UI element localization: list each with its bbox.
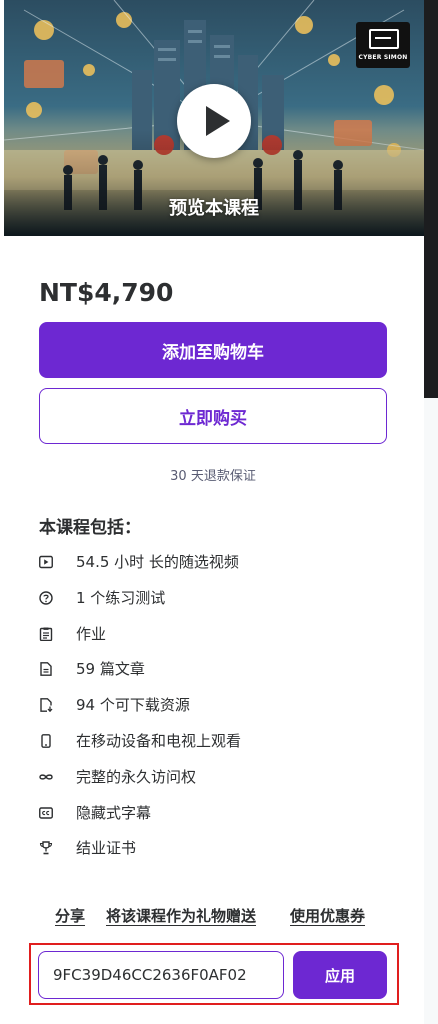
- list-item-label: 59 篇文章: [76, 660, 145, 679]
- list-item: 完整的永久访问权: [39, 759, 399, 795]
- coupon-input[interactable]: [38, 951, 284, 999]
- list-item-label: 54.5 小时 长的随选视频: [76, 553, 239, 571]
- list-item: 94 个可下载资源: [39, 687, 399, 723]
- list-item-label: 结业证书: [76, 839, 137, 858]
- share-link[interactable]: 分享: [55, 905, 85, 926]
- includes-list: 54.5 小时 长的随选视频 1 个练习测试 作业 59 篇文章 94 个可下载…: [39, 544, 399, 866]
- list-item-label: 完整的永久访问权: [76, 767, 197, 786]
- gift-course-link[interactable]: 将该课程作为礼物赠送: [106, 905, 256, 926]
- list-item: 结业证书: [39, 830, 399, 866]
- apply-coupon-link[interactable]: 使用优惠券: [290, 905, 365, 926]
- list-item: 59 篇文章: [39, 651, 399, 687]
- includes-title: 本课程包括：: [39, 518, 141, 538]
- course-preview[interactable]: CYBER SIMON 预览本课程: [4, 0, 424, 236]
- logo-mark-icon: [369, 29, 399, 49]
- question-icon: [39, 591, 53, 605]
- apply-coupon-button[interactable]: 应用: [293, 951, 387, 999]
- list-item-label: 1 个练习测试: [76, 588, 166, 607]
- article-icon: [40, 662, 52, 677]
- list-item-label: 94 个可下载资源: [76, 696, 190, 715]
- list-item-label: 作业: [76, 624, 107, 643]
- assignment-icon: [39, 627, 53, 641]
- brand-logo: CYBER SIMON: [356, 22, 410, 68]
- closed-caption-icon: [39, 806, 53, 819]
- infinity-icon: [39, 774, 53, 780]
- logo-text: CYBER SIMON: [358, 54, 408, 61]
- list-item: 作业: [39, 616, 399, 652]
- buy-now-button[interactable]: 立即购买: [39, 388, 387, 444]
- money-back-guarantee: 30 天退款保证: [170, 469, 256, 484]
- course-price: NT$4,790: [39, 278, 174, 307]
- purchase-card: CYBER SIMON 预览本课程 NT$4,790 添加至购物车 立即购买 3…: [0, 0, 424, 1024]
- list-item-label: 隐藏式字幕: [76, 803, 152, 822]
- mobile-icon: [41, 734, 51, 748]
- list-item-label: 在移动设备和电视上观看: [76, 731, 242, 750]
- preview-label: 预览本课程: [169, 198, 259, 219]
- list-item: 隐藏式字幕: [39, 795, 399, 831]
- list-item: 54.5 小时 长的随选视频: [39, 544, 399, 580]
- add-to-cart-button[interactable]: 添加至购物车: [39, 322, 387, 378]
- trophy-icon: [39, 841, 53, 855]
- play-icon: [206, 106, 230, 136]
- list-item: 1 个练习测试: [39, 580, 399, 616]
- download-file-icon: [40, 698, 53, 713]
- video-icon: [39, 555, 53, 569]
- list-item: 在移动设备和电视上观看: [39, 723, 399, 759]
- background-strip: [424, 0, 438, 398]
- play-button[interactable]: [177, 84, 251, 158]
